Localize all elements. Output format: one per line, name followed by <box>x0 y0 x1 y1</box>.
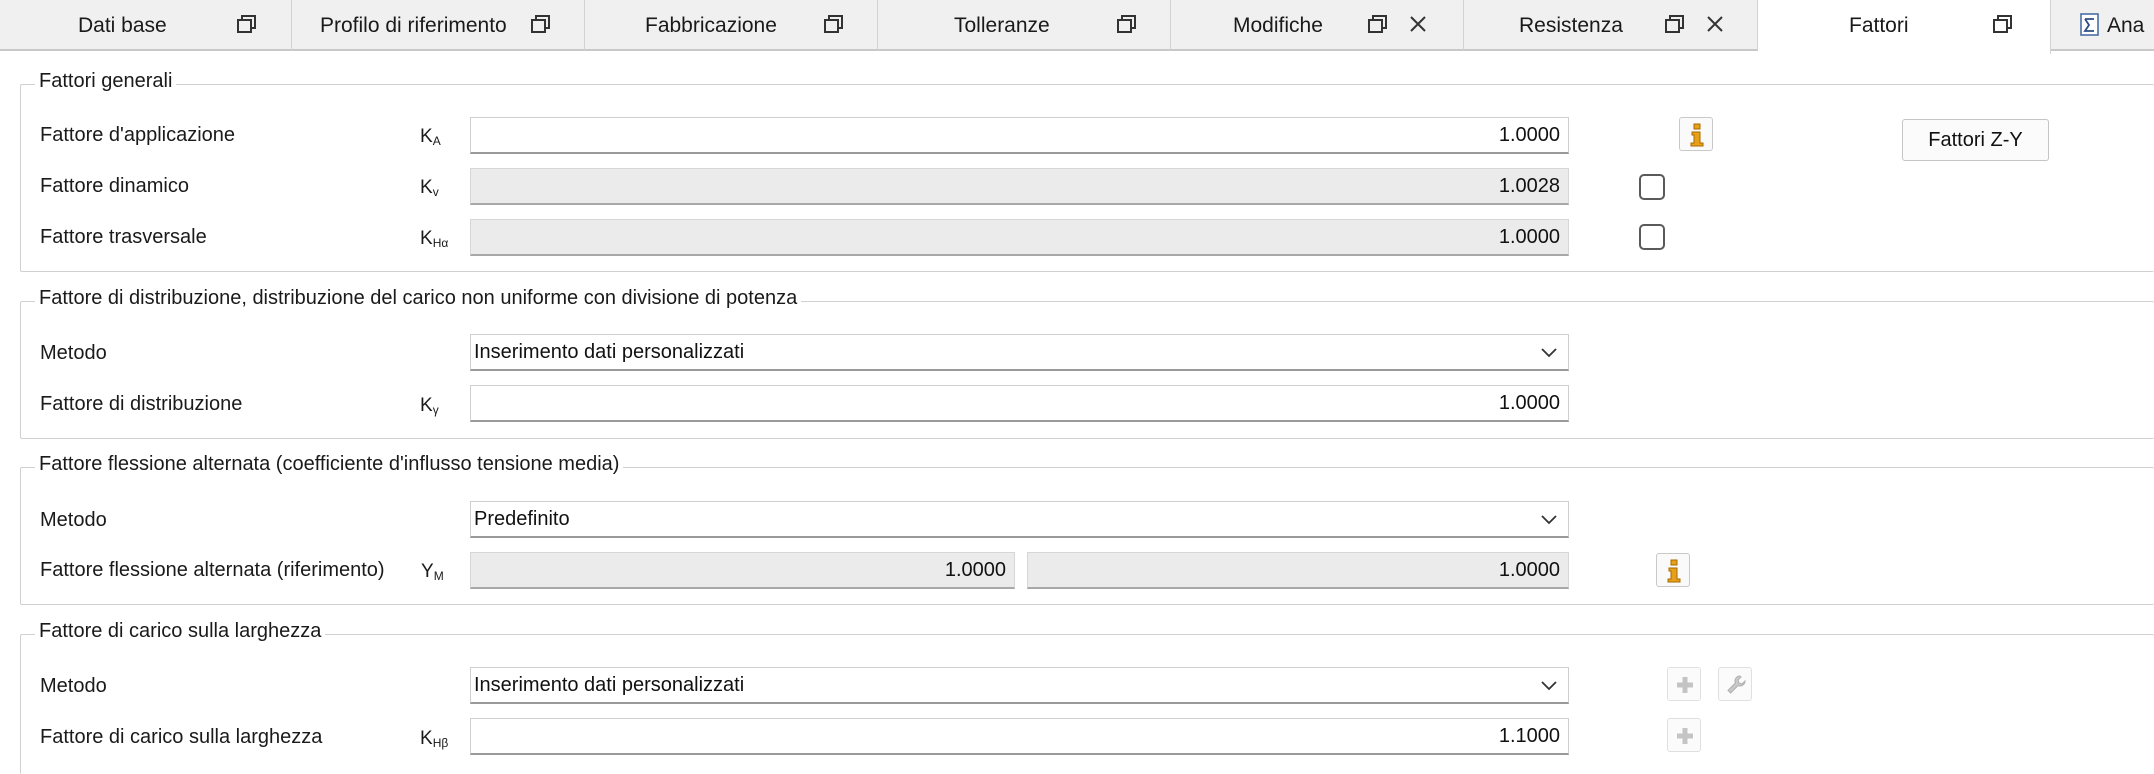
tab-fabbricazione[interactable]: Fabbricazione <box>585 0 878 51</box>
field-value: 1.0000 <box>944 559 1006 581</box>
face-load-add-button[interactable] <box>1667 667 1701 701</box>
symbol-letter: K <box>420 177 433 198</box>
tab-tolleranze[interactable]: Tolleranze <box>878 0 1171 51</box>
symbol-letter: Y <box>421 561 434 582</box>
close-icon[interactable] <box>1407 13 1431 37</box>
plus-icon <box>1677 728 1693 744</box>
restore-window-icon[interactable] <box>530 13 554 37</box>
zy-factors-button[interactable]: Fattori Z-Y <box>1902 119 2049 161</box>
alternating-method-label: Metodo <box>40 509 107 531</box>
info-icon <box>1667 559 1681 583</box>
symbol-letter: K <box>420 395 433 416</box>
group-title: Fattori generali <box>35 70 177 93</box>
tab-label: Resistenza <box>1519 14 1623 37</box>
report-sigma-icon <box>2079 13 2103 37</box>
transverse-factor-checkbox[interactable] <box>1639 224 1665 250</box>
transverse-factor-label: Fattore trasversale <box>40 226 207 248</box>
restore-window-icon[interactable] <box>823 13 847 37</box>
chevron-down-icon <box>1541 515 1557 525</box>
restore-window-icon[interactable] <box>1367 13 1391 37</box>
symbol-letter: K <box>420 126 433 147</box>
distribution-method-select[interactable]: Inserimento dati personalizzati <box>470 334 1569 371</box>
tab-modifiche[interactable]: Modifiche <box>1171 0 1464 51</box>
transverse-factor-field: 1.0000 <box>470 219 1569 256</box>
alternating-factor-label: Fattore flessione alternata (riferimento… <box>40 559 385 581</box>
restore-window-icon[interactable] <box>1992 13 2016 37</box>
tab-label: Dati base <box>78 14 167 37</box>
field-value: 1.0000 <box>1498 559 1560 581</box>
tab-ana[interactable]: Ana <box>2051 0 2154 51</box>
field-value: 1.0000 <box>1498 392 1560 414</box>
application-factor-info-button[interactable] <box>1679 117 1713 151</box>
field-value: 1.1000 <box>1498 725 1560 747</box>
dynamic-factor-label: Fattore dinamico <box>40 175 189 197</box>
alternating-factor-symbol: YM <box>421 561 444 583</box>
application-factor-input[interactable]: 1.0000 <box>470 117 1569 154</box>
tab-label: Ana <box>2107 14 2145 37</box>
field-value: 1.0000 <box>1498 226 1560 248</box>
distribution-factor-label: Fattore di distribuzione <box>40 393 243 415</box>
tab-label: Fabbricazione <box>645 14 777 37</box>
face-load-method-select[interactable]: Inserimento dati personalizzati <box>470 667 1569 704</box>
distribution-factor-symbol: Kγ <box>420 395 439 417</box>
tab-profilo-riferimento[interactable]: Profilo di riferimento <box>292 0 585 51</box>
plus-icon <box>1677 677 1693 693</box>
field-value: 1.0000 <box>1498 124 1560 146</box>
face-load-factor-input[interactable]: 1.1000 <box>470 718 1569 755</box>
select-value: Inserimento dati personalizzati <box>474 341 745 363</box>
face-load-method-label: Metodo <box>40 675 107 697</box>
application-factor-symbol: KA <box>420 126 441 148</box>
info-icon <box>1690 123 1704 147</box>
tab-label: Modifiche <box>1233 14 1323 37</box>
application-factor-label: Fattore d'applicazione <box>40 124 236 146</box>
restore-window-icon[interactable] <box>236 13 260 37</box>
alternating-factor-info-button[interactable] <box>1656 553 1690 587</box>
transverse-factor-symbol: KHα <box>420 228 448 250</box>
field-value: 1.0028 <box>1498 175 1560 197</box>
restore-window-icon[interactable] <box>1664 13 1688 37</box>
face-load-factor-add-button[interactable] <box>1667 718 1701 752</box>
group-title: Fattore di distribuzione, distribuzione … <box>35 287 802 310</box>
symbol-subscript: M <box>433 569 444 583</box>
symbol-subscript: A <box>432 134 441 148</box>
select-value: Inserimento dati personalizzati <box>474 674 745 696</box>
tab-label: Profilo di riferimento <box>320 14 507 37</box>
dynamic-factor-checkbox[interactable] <box>1639 174 1665 200</box>
select-value: Predefinito <box>474 508 570 530</box>
tab-label: Fattori <box>1849 14 1909 37</box>
tab-resistenza[interactable]: Resistenza <box>1464 0 1758 51</box>
wrench-icon <box>1727 675 1746 694</box>
alternating-factor-field-2: 1.0000 <box>1027 552 1569 589</box>
tab-label: Tolleranze <box>954 14 1050 37</box>
tab-dati-base[interactable]: Dati base <box>0 0 292 51</box>
symbol-subscript: γ <box>432 403 439 417</box>
symbol-subscript: Hβ <box>432 736 449 750</box>
distribution-factor-input[interactable]: 1.0000 <box>470 385 1569 422</box>
alternating-factor-field-1: 1.0000 <box>470 552 1015 589</box>
symbol-subscript: Hα <box>432 236 449 250</box>
group-title: Fattore flessione alternata (coefficient… <box>35 453 624 476</box>
distribution-method-label: Metodo <box>40 342 107 364</box>
restore-window-icon[interactable] <box>1116 13 1140 37</box>
close-icon[interactable] <box>1704 13 1728 37</box>
dynamic-factor-symbol: Kv <box>420 177 439 199</box>
face-load-factor-label: Fattore di carico sulla larghezza <box>40 726 323 748</box>
tab-fattori[interactable]: Fattori <box>1758 0 2051 54</box>
symbol-letter: K <box>420 728 433 749</box>
group-title: Fattore di carico sulla larghezza <box>35 620 326 643</box>
symbol-letter: K <box>420 228 433 249</box>
symbol-subscript: v <box>432 185 439 199</box>
face-load-settings-button[interactable] <box>1718 667 1752 701</box>
chevron-down-icon <box>1541 681 1557 691</box>
face-load-factor-symbol: KHβ <box>420 728 448 750</box>
alternating-method-select[interactable]: Predefinito <box>470 501 1569 538</box>
tab-bar: Dati base Profilo di riferimento Fabbric… <box>0 0 2154 54</box>
chevron-down-icon <box>1541 348 1557 358</box>
dynamic-factor-field: 1.0028 <box>470 168 1569 205</box>
